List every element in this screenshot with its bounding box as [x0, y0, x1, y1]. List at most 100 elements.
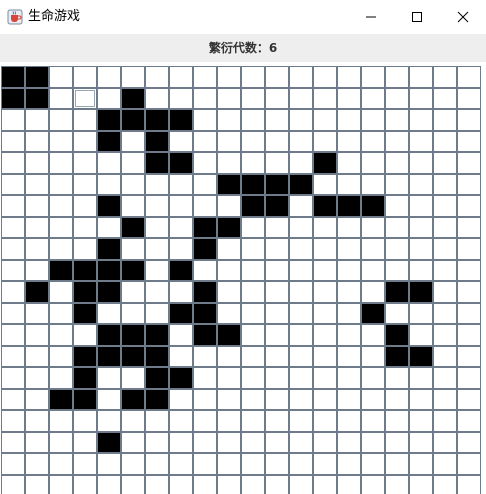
- cell-dead[interactable]: [433, 431, 457, 453]
- cell-dead[interactable]: [313, 130, 337, 152]
- cell-dead[interactable]: [25, 130, 49, 152]
- cell-dead[interactable]: [409, 66, 433, 88]
- cell-dead[interactable]: [433, 87, 457, 109]
- cell-dead[interactable]: [433, 109, 457, 131]
- cell-dead[interactable]: [289, 87, 313, 109]
- cell-dead[interactable]: [1, 109, 25, 131]
- cell-dead[interactable]: [337, 173, 361, 195]
- cell-dead[interactable]: [409, 87, 433, 109]
- cell-dead[interactable]: [289, 302, 313, 324]
- cell-alive[interactable]: [145, 367, 169, 389]
- cell-alive[interactable]: [49, 388, 73, 410]
- cell-dead[interactable]: [241, 238, 265, 260]
- cell-dead[interactable]: [337, 474, 361, 494]
- cell-alive[interactable]: [241, 195, 265, 217]
- cell-dead[interactable]: [337, 216, 361, 238]
- cell-alive[interactable]: [73, 367, 97, 389]
- cell-dead[interactable]: [313, 238, 337, 260]
- cell-dead[interactable]: [385, 66, 409, 88]
- cell-alive[interactable]: [97, 281, 121, 303]
- cell-alive[interactable]: [313, 152, 337, 174]
- cell-dead[interactable]: [289, 410, 313, 432]
- cell-dead[interactable]: [457, 281, 481, 303]
- cell-dead[interactable]: [73, 216, 97, 238]
- cell-dead[interactable]: [49, 109, 73, 131]
- cell-dead[interactable]: [313, 302, 337, 324]
- cell-dead[interactable]: [361, 281, 385, 303]
- cell-dead[interactable]: [337, 410, 361, 432]
- cell-dead[interactable]: [97, 474, 121, 494]
- cell-dead[interactable]: [97, 453, 121, 475]
- cell-dead[interactable]: [289, 195, 313, 217]
- cell-dead[interactable]: [361, 87, 385, 109]
- cell-dead[interactable]: [337, 259, 361, 281]
- cell-dead[interactable]: [289, 431, 313, 453]
- cell-dead[interactable]: [193, 345, 217, 367]
- cell-dead[interactable]: [313, 173, 337, 195]
- cell-dead[interactable]: [145, 453, 169, 475]
- cell-dead[interactable]: [217, 259, 241, 281]
- cell-dead[interactable]: [97, 66, 121, 88]
- cell-dead[interactable]: [457, 216, 481, 238]
- cell-alive[interactable]: [145, 152, 169, 174]
- cell-dead[interactable]: [241, 281, 265, 303]
- cell-dead[interactable]: [409, 388, 433, 410]
- cell-dead[interactable]: [97, 216, 121, 238]
- cell-alive[interactable]: [145, 109, 169, 131]
- cell-dead[interactable]: [169, 130, 193, 152]
- cell-dead[interactable]: [217, 410, 241, 432]
- cell-dead[interactable]: [433, 474, 457, 494]
- cell-dead[interactable]: [97, 173, 121, 195]
- cell-dead[interactable]: [409, 173, 433, 195]
- cell-alive[interactable]: [73, 302, 97, 324]
- cell-dead[interactable]: [457, 367, 481, 389]
- cell-dead[interactable]: [49, 216, 73, 238]
- cell-dead[interactable]: [433, 410, 457, 432]
- cell-dead[interactable]: [289, 345, 313, 367]
- cell-dead[interactable]: [97, 87, 121, 109]
- cell-alive[interactable]: [97, 259, 121, 281]
- cell-dead[interactable]: [265, 130, 289, 152]
- cell-dead[interactable]: [49, 87, 73, 109]
- cell-dead[interactable]: [1, 302, 25, 324]
- cell-dead[interactable]: [433, 152, 457, 174]
- cell-dead[interactable]: [313, 87, 337, 109]
- cell-dead[interactable]: [49, 238, 73, 260]
- cell-dead[interactable]: [313, 324, 337, 346]
- cell-dead[interactable]: [25, 152, 49, 174]
- cell-dead[interactable]: [1, 259, 25, 281]
- cell-dead[interactable]: [121, 152, 145, 174]
- cell-alive[interactable]: [145, 388, 169, 410]
- cell-dead[interactable]: [217, 474, 241, 494]
- cell-dead[interactable]: [169, 431, 193, 453]
- cell-alive[interactable]: [361, 195, 385, 217]
- cell-dead[interactable]: [265, 410, 289, 432]
- cell-alive[interactable]: [121, 259, 145, 281]
- cell-dead[interactable]: [457, 410, 481, 432]
- cell-dead[interactable]: [25, 410, 49, 432]
- cell-dead[interactable]: [337, 152, 361, 174]
- cell-dead[interactable]: [385, 195, 409, 217]
- cell-dead[interactable]: [313, 216, 337, 238]
- cell-dead[interactable]: [25, 367, 49, 389]
- cell-dead[interactable]: [73, 195, 97, 217]
- cell-dead[interactable]: [409, 431, 433, 453]
- cell-alive[interactable]: [313, 195, 337, 217]
- cell-dead[interactable]: [25, 302, 49, 324]
- cell-dead[interactable]: [121, 130, 145, 152]
- cell-dead[interactable]: [337, 130, 361, 152]
- cell-dead[interactable]: [409, 130, 433, 152]
- cell-dead[interactable]: [25, 474, 49, 494]
- life-grid[interactable]: [1, 66, 481, 494]
- cell-dead[interactable]: [121, 410, 145, 432]
- cell-dead[interactable]: [313, 66, 337, 88]
- cell-dead[interactable]: [49, 130, 73, 152]
- cell-dead[interactable]: [265, 431, 289, 453]
- cell-dead[interactable]: [73, 474, 97, 494]
- maximize-button[interactable]: [394, 0, 440, 34]
- cell-dead[interactable]: [457, 431, 481, 453]
- cell-dead[interactable]: [49, 345, 73, 367]
- cell-dead[interactable]: [313, 281, 337, 303]
- cell-dead[interactable]: [433, 367, 457, 389]
- cell-alive[interactable]: [217, 216, 241, 238]
